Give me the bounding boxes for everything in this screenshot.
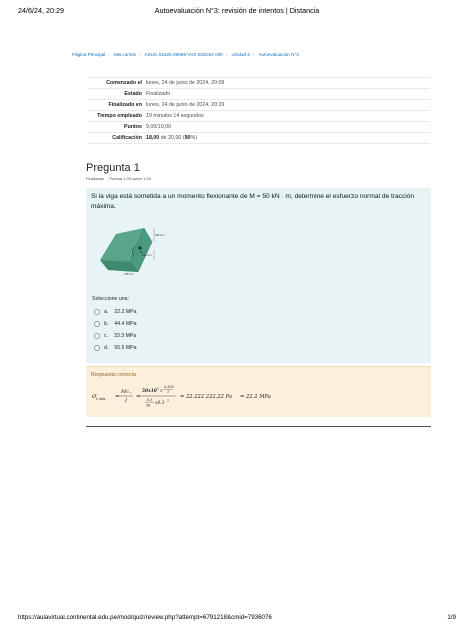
summary-row-started: Comenzado el lunes, 24 de junio de 2024,… [88,77,430,88]
formula-eq2-den-a-den: 36 [146,404,151,408]
dim-label-bot: 225 mm [124,272,133,276]
breadcrumb: Página Principal › Mis cursos › ASUC-01525… [72,52,432,57]
answer-letter: c. [104,333,109,339]
feedback-heading: Respuesta correcta [91,372,136,378]
attempt-summary-table: Comenzado el lunes, 24 de junio de 2024,… [88,77,430,144]
answer-option-b[interactable]: b. 44.4 MPa [94,318,137,330]
summary-grade-value: 18,00 de 20,00 (90%) [146,135,430,142]
print-page-number: 1/9 [447,614,456,621]
summary-value: 9,00/10,00 [146,123,172,130]
answer-text: 33.3 MPa [114,333,137,339]
answer-text: 22.2 MPa [114,309,137,315]
formula-result-mpa: = 22.2 MPa [240,394,271,400]
formula-eq1-num-sub: t [130,391,132,395]
dim-label-mid: 225 mm [142,253,151,257]
formula-eq1-den: I [124,398,128,404]
formula-eq1-num: Mc [120,389,129,395]
summary-value: 19 minutos 14 segundos [146,112,204,119]
summary-label: Finalizado en [108,101,142,108]
breadcrumb-course[interactable]: ASUC-01525-26569-VV2-202410-V00 [145,52,223,57]
breadcrumb-my-courses[interactable]: Mis cursos [114,52,136,57]
section-divider [86,426,431,427]
print-title: Autoevaluación N°3: revisión de intentos… [154,6,320,15]
formula-result-pa: = 22.222 222,22 Pa [180,394,232,400]
answer-option-d[interactable]: d. 55.5 MPa [94,342,137,354]
summary-label: Comenzado el [106,79,142,86]
solution-formula: σ t máx = Mc t I = 50x10 6 x 0.300 3 0.3… [92,385,271,408]
grade-suffix: %) [190,134,197,141]
breadcrumb-home[interactable]: Página Principal [72,52,105,57]
summary-label: Estado [124,90,142,97]
summary-row-grade: Calificación 18,00 de 20,00 (90%) [88,132,430,144]
formula-eq-sign: = [136,393,141,400]
summary-label: Calificación [112,134,142,141]
question-mark-text: Puntúa 1,00 sobre 1,00 [109,176,151,181]
question-state-text: Finalizado [86,176,105,181]
summary-row-time: Tiempo empleado 19 minutos 14 segundos [88,110,430,121]
formula-eq2-num-frac-num: 0.300 [164,385,175,389]
formula-lhs-sub: t máx [96,397,106,401]
breadcrumb-separator: › [252,52,255,57]
beam-cross-section-figure: 300 mm 225 mm 225 mm M [100,227,164,276]
summary-row-state: Estado Finalizado [88,88,430,99]
formula-eq2-num-a: 50x10 [142,389,157,394]
question-state: Finalizado Puntúa 1,00 sobre 1,00 [86,176,166,181]
breadcrumb-separator: › [138,52,141,57]
summary-row-finished: Finalizado en lunes, 24 de junio de 2024… [88,99,430,110]
answer-text: 44.4 MPa [114,321,137,327]
summary-row-points: Puntos 9,00/10,00 [88,121,430,132]
print-url: https://aulavirtual.continental.edu.pe/m… [18,614,272,621]
answer-letter: b. [104,321,109,327]
breadcrumb-separator: › [225,52,228,57]
formula-eq2-den-b-exp: 3 [167,399,169,403]
breadcrumb-unit[interactable]: Unidad 3 [232,52,250,57]
answer-option-c[interactable]: c. 33.3 MPa [94,330,137,342]
summary-value: lunes, 24 de junio de 2024, 20:09 [146,79,225,86]
question-title: Pregunta 1 [86,162,140,174]
grade-main: 18,00 [146,134,160,141]
formula-eq-sign: = [115,393,120,400]
breadcrumb-separator: › [108,52,110,57]
feedback-panel: Respuesta correcta σ t máx = Mc t I = 50… [86,366,431,417]
answer-prompt: Seleccione una: [92,296,129,302]
radio-button[interactable] [94,321,100,327]
radio-button[interactable] [94,345,100,351]
summary-value: Finalizado [146,90,171,97]
breadcrumb-quiz[interactable]: Autoevaluación N°3 [258,52,298,57]
question-content: Si la viga está sometida a un momento fl… [86,188,431,363]
formula-eq2-den-a-num: 0.3 [147,398,152,402]
answer-list: a. 22.2 MPa b. 44.4 MPa c. 33.3 MPa d. 5… [94,306,137,354]
question-info: Pregunta 1 Finalizado Puntúa 1,00 sobre … [86,162,166,181]
summary-label: Tiempo empleado [97,112,142,119]
formula-eq2-num-exp: 6 [157,387,159,391]
answer-letter: d. [104,345,109,351]
summary-value: lunes, 24 de junio de 2024, 20:29 [146,101,225,108]
formula-eq2-num-frac-den: 3 [167,390,169,394]
question-text: Si la viga está sometida a un momento fl… [91,193,415,210]
dim-label-top: 300 mm [155,233,164,237]
answer-letter: a. [104,309,109,315]
radio-button[interactable] [94,309,100,315]
formula-eq2-den-b: x0.3 [155,401,165,406]
answer-text: 55.5 MPa [114,345,137,351]
answer-option-a[interactable]: a. 22.2 MPa [94,306,137,318]
formula-eq2-num-b: x [160,389,163,394]
radio-button[interactable] [94,333,100,339]
grade-rest: de 20,00 ( [159,134,185,141]
summary-label: Puntos [124,123,142,130]
